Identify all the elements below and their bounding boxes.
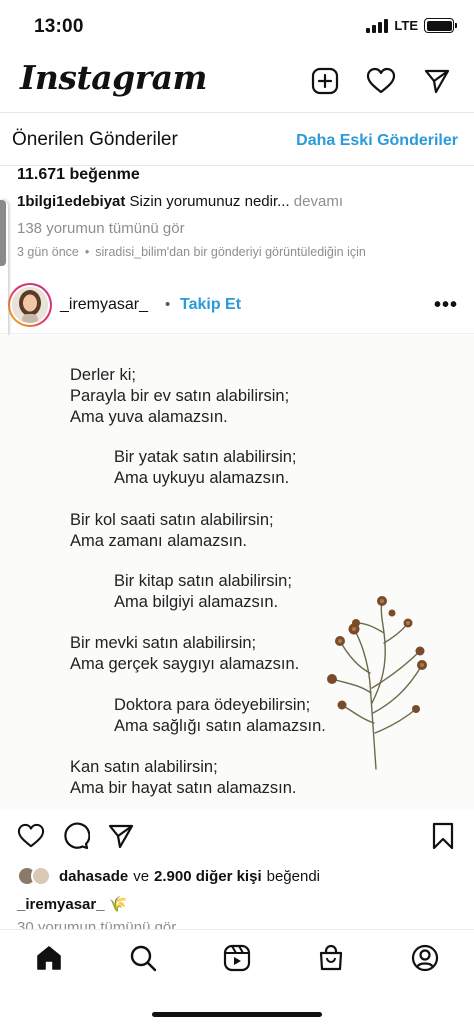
separator-dot: •: [165, 296, 171, 313]
status-bar: 13:00 LTE: [0, 0, 474, 56]
previous-post-likes[interactable]: 11.671 beğenme: [17, 166, 140, 184]
home-indicator: [152, 1012, 322, 1017]
post-image[interactable]: Derler ki; Parayla bir ev satın alabilir…: [0, 335, 474, 809]
poem-line: Ama uykuyu alamazsın.: [114, 469, 290, 487]
caption-emoji: 🌾: [108, 896, 128, 913]
post-caption: _iremyasar_ 🌾: [17, 895, 127, 913]
shop-icon[interactable]: [313, 940, 349, 976]
previous-post-caption: 1bilgi1edebiyat Sizin yorumunuz nedir...…: [17, 193, 343, 210]
caption-username[interactable]: _iremyasar_: [17, 896, 105, 913]
liked-by-others[interactable]: 2.900 diğer kişi: [154, 868, 262, 885]
search-icon[interactable]: [125, 940, 161, 976]
poem-line: Ama zamanı alamazsın.: [70, 532, 247, 550]
reels-icon[interactable]: [219, 940, 255, 976]
liked-by-row[interactable]: dahasade ve 2.900 diğer kişi beğendi: [17, 864, 320, 888]
poem-line: Doktora para ödeyebilirsin;: [114, 696, 311, 714]
caption-username[interactable]: 1bilgi1edebiyat: [17, 193, 125, 210]
share-paper-plane-icon[interactable]: [106, 820, 136, 852]
direct-message-icon[interactable]: [420, 64, 454, 98]
poem-line: Derler ki;: [70, 366, 137, 384]
older-posts-link[interactable]: Daha Eski Gönderiler: [296, 132, 458, 150]
network-type: LTE: [394, 18, 418, 33]
poem-line: Bir yatak satın alabilirsin;: [114, 448, 297, 466]
previous-post-meta: 3 gün önce • siradisi_bilim'dan bir gönder…: [17, 245, 366, 259]
poem-line: Ama yuva alamazsın.: [70, 408, 228, 426]
suggested-posts-title: Önerilen Gönderiler: [12, 129, 178, 150]
new-post-icon[interactable]: [308, 64, 342, 98]
comment-icon[interactable]: [61, 820, 91, 852]
activity-heart-icon[interactable]: [364, 64, 398, 98]
profile-icon[interactable]: [407, 940, 443, 976]
signal-icon: [366, 18, 389, 33]
caption-more-link[interactable]: devamı: [294, 193, 343, 210]
poem-line: Bir kitap satın alabilirsin;: [114, 572, 292, 590]
avatar: [31, 866, 51, 886]
poem-line: Kan satın alabilirsin;: [70, 758, 218, 776]
liker-username[interactable]: dahasade: [59, 868, 128, 885]
status-time: 13:00: [34, 16, 84, 37]
suggestion-reason: siradisi_bilim'dan bir gönderiyi görüntü…: [95, 245, 366, 259]
app-header: Instagram: [0, 56, 474, 110]
save-bookmark-icon[interactable]: [428, 820, 458, 852]
avatar: [12, 287, 48, 323]
follow-button[interactable]: Takip Et: [180, 296, 241, 314]
liked-by-suffix: beğendi: [266, 867, 321, 885]
instagram-logo[interactable]: Instagram: [20, 58, 207, 97]
poem-line: Ama bir hayat satın alamazsın.: [70, 779, 297, 797]
poem-line: Ama sağlığı satın alamazsın.: [114, 717, 326, 735]
suggested-posts-bar: Önerilen Gönderiler Daha Eski Gönderiler: [0, 112, 474, 166]
header-actions: [308, 64, 454, 98]
post-comments-link[interactable]: 30 yorumun tümünü gör: [17, 919, 176, 929]
caption-text: Sizin yorumunuz nedir...: [129, 193, 290, 210]
post-actions: [0, 820, 474, 856]
post-username[interactable]: _iremyasar_: [60, 296, 148, 314]
battery-icon: [424, 18, 457, 33]
dried-flower-illustration: [327, 596, 427, 770]
liker-avatars: [17, 865, 53, 887]
poem-line: Bir mevki satın alabilirsin;: [70, 634, 257, 652]
more-options-icon[interactable]: •••: [434, 294, 458, 317]
poem-line: Ama gerçek saygıyı alamazsın.: [70, 655, 300, 673]
home-icon[interactable]: [31, 940, 67, 976]
post-header: _iremyasar_ • Takip Et •••: [0, 280, 474, 334]
side-handle-bar: [0, 200, 6, 266]
poem-line: Bir kol saati satın alabilirsin;: [70, 511, 274, 529]
previous-post-comments-link[interactable]: 138 yorumun tümünü gör: [17, 220, 185, 237]
poem-line: Parayla bir ev satın alabilirsin;: [70, 387, 290, 405]
poem-line: Ama bilgiyi alamazsın.: [114, 593, 279, 611]
liked-by-and: ve: [133, 867, 150, 885]
status-indicators: LTE: [366, 18, 457, 33]
like-heart-icon[interactable]: [16, 820, 46, 852]
bottom-tab-bar: [0, 929, 474, 1024]
post-time: 3 gün önce: [17, 245, 79, 259]
story-ring[interactable]: [8, 283, 52, 327]
